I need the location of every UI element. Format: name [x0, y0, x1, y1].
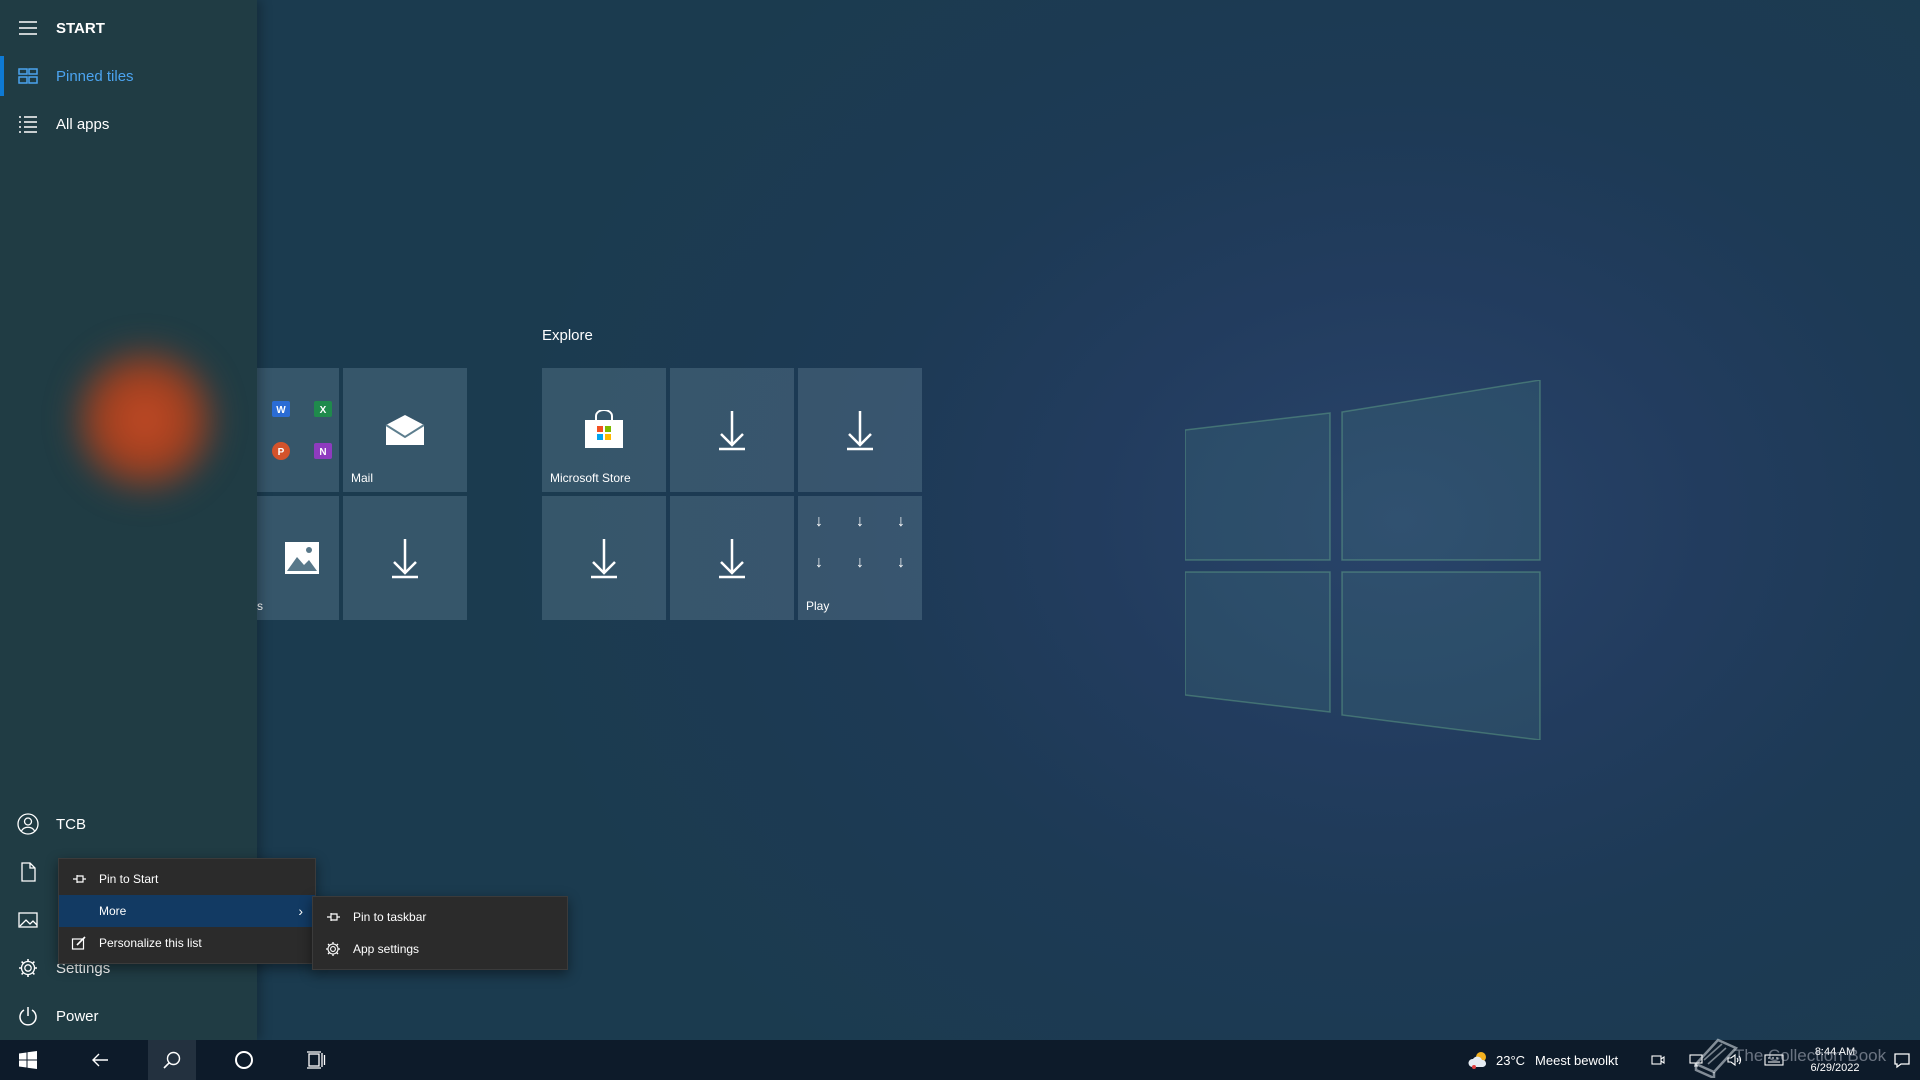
- office-app-icons: W X P N: [260, 388, 339, 472]
- meet-now-icon[interactable]: [1650, 1052, 1666, 1068]
- menu-item-label: Pin to Start: [99, 872, 159, 886]
- desktop: W X P N Mail s Explore Microsoft Store ↓…: [0, 0, 1920, 1040]
- download-icon: ↓: [815, 512, 823, 530]
- download-icon: ↓: [897, 553, 905, 571]
- document-icon: [0, 861, 56, 883]
- svg-text:X: X: [320, 405, 327, 416]
- search-icon: [163, 1051, 181, 1069]
- sidebar-item-user[interactable]: TCB: [0, 800, 257, 848]
- list-icon: [0, 113, 56, 135]
- store-tile-label: Microsoft Store: [550, 471, 631, 485]
- user-icon: [0, 813, 56, 835]
- book-logo-icon: [1693, 1038, 1739, 1078]
- microsoft-store-tile[interactable]: Microsoft Store: [542, 368, 666, 492]
- chevron-right-icon: ›: [298, 903, 303, 919]
- menu-item-label: Pin to taskbar: [353, 910, 427, 924]
- gear-icon: [326, 942, 340, 956]
- menu-item-personalize-list[interactable]: Personalize this list: [59, 927, 315, 959]
- hamburger-icon: [0, 17, 56, 39]
- mail-tile-label: Mail: [351, 471, 374, 485]
- weather-description: Meest bewolkt: [1535, 1052, 1619, 1068]
- menu-item-more[interactable]: More ›: [59, 895, 315, 927]
- download-icon: [719, 539, 745, 579]
- sidebar-item-label: TCB: [56, 815, 86, 833]
- svg-text:W: W: [276, 405, 286, 416]
- windows-wallpaper-logo: [1184, 379, 1555, 741]
- svg-text:P: P: [278, 447, 285, 458]
- download-icon: ↓: [815, 553, 823, 571]
- edit-icon: [71, 936, 86, 950]
- menu-item-label: App settings: [353, 942, 420, 956]
- powerpoint-icon: P: [260, 430, 302, 472]
- weather-widget[interactable]: 23°C Meest bewolkt: [1468, 1040, 1618, 1080]
- sidebar-item-pinned-tiles[interactable]: Pinned tiles: [0, 52, 257, 100]
- download-tile[interactable]: [343, 496, 467, 620]
- download-icon: [719, 411, 745, 451]
- sidebar-item-label: Power: [56, 1007, 99, 1025]
- menu-item-pin-to-taskbar[interactable]: Pin to taskbar: [313, 901, 567, 933]
- back-arrow-icon: [92, 1053, 108, 1067]
- search-button[interactable]: [148, 1040, 196, 1080]
- word-icon: W: [260, 388, 302, 430]
- start-button[interactable]: [4, 1040, 52, 1080]
- mail-icon: [385, 415, 425, 445]
- mail-tile[interactable]: Mail: [343, 368, 467, 492]
- group-header-explore[interactable]: Explore: [542, 327, 593, 344]
- menu-item-app-settings[interactable]: App settings: [313, 933, 567, 965]
- download-tile[interactable]: [798, 368, 922, 492]
- onenote-icon: N: [302, 430, 339, 472]
- play-folder-tile[interactable]: ↓ ↓ ↓ ↓ ↓ ↓ Play: [798, 496, 922, 620]
- watermark: The Collection Book: [1690, 1036, 1900, 1078]
- cloudy-weather-icon: [1468, 1052, 1487, 1069]
- download-icon: ↓: [856, 553, 864, 571]
- context-menu: Pin to Start More › Personalize this lis…: [58, 858, 316, 964]
- gear-icon: [0, 957, 56, 979]
- play-folder-apps: ↓ ↓ ↓ ↓ ↓ ↓: [799, 501, 922, 583]
- sidebar-item-all-apps[interactable]: All apps: [0, 100, 257, 148]
- download-icon: ↓: [897, 512, 905, 530]
- menu-item-label: Personalize this list: [99, 936, 202, 950]
- cortana-icon: [235, 1051, 253, 1069]
- sidebar-item-power[interactable]: Power: [0, 992, 257, 1040]
- pin-icon: [73, 875, 86, 883]
- back-button[interactable]: [76, 1040, 124, 1080]
- picture-icon: [0, 909, 56, 931]
- submenu: Pin to taskbar App settings: [312, 896, 568, 970]
- photos-tile-label: s: [257, 599, 263, 613]
- download-tile[interactable]: [670, 368, 794, 492]
- download-icon: [847, 411, 873, 451]
- start-menu-toggle[interactable]: START: [0, 4, 257, 52]
- task-view-button[interactable]: [292, 1040, 340, 1080]
- sidebar-item-label: All apps: [56, 115, 110, 133]
- download-icon: [591, 539, 617, 579]
- menu-item-label: More: [99, 904, 127, 918]
- download-icon: [392, 539, 418, 579]
- pin-icon: [327, 913, 340, 921]
- weather-temperature: 23°C: [1496, 1052, 1526, 1068]
- play-tile-label: Play: [806, 599, 830, 613]
- download-tile[interactable]: [670, 496, 794, 620]
- power-icon: [0, 1005, 56, 1027]
- start-title: START: [56, 19, 105, 37]
- cortana-button[interactable]: [220, 1040, 268, 1080]
- picture-icon: [285, 542, 319, 574]
- watermark-text: The Collection Book: [1734, 1046, 1887, 1065]
- taskbar: 23°C Meest bewolkt 8:44 AM 6/29/2022: [0, 1040, 1920, 1080]
- sidebar-item-label: Pinned tiles: [56, 67, 134, 85]
- task-view-icon: [307, 1051, 326, 1069]
- wallpaper-blur: [70, 340, 220, 500]
- download-tile[interactable]: [542, 496, 666, 620]
- download-icon: ↓: [856, 512, 864, 530]
- svg-text:N: N: [319, 447, 326, 458]
- tiles-icon: [0, 65, 56, 87]
- excel-icon: X: [302, 388, 339, 430]
- windows-icon: [19, 1051, 37, 1069]
- store-icon: [585, 410, 623, 448]
- menu-item-pin-to-start[interactable]: Pin to Start: [59, 863, 315, 895]
